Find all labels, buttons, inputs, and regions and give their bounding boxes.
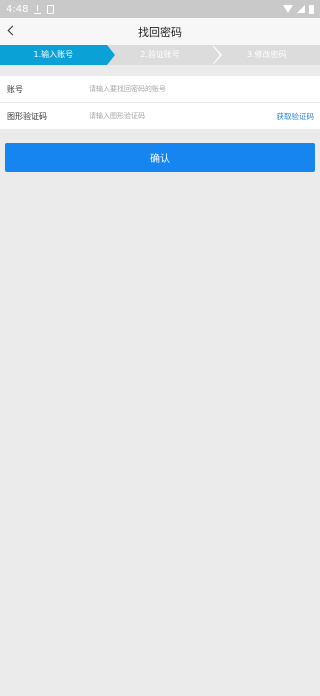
sim-icon (47, 4, 55, 14)
status-bar: 4:48 (0, 0, 320, 18)
find-password-screen: 4:48 找回密码 1.输入账号 2.验证账号 3.修改密码 账号 请输入要找回… (0, 0, 320, 696)
wifi-icon (283, 5, 293, 13)
signal-icon (297, 5, 305, 13)
status-right (283, 4, 314, 14)
account-input[interactable] (89, 85, 314, 93)
account-row: 账号 (0, 76, 320, 102)
step-label: 2.验证账号 (140, 50, 180, 59)
get-captcha-link[interactable]: 获取验证码 (277, 111, 315, 122)
account-label: 账号 (7, 84, 23, 94)
battery-icon (309, 4, 314, 14)
step-label: 3.修改密码 (246, 50, 287, 59)
status-time: 4:48 (6, 3, 29, 15)
step-change-password: 3.修改密码 (213, 45, 320, 65)
page-title: 找回密码 (138, 25, 182, 39)
captcha-row: 图形验证码 获取验证码 (0, 102, 320, 129)
step-indicator: 1.输入账号 2.验证账号 3.修改密码 (0, 45, 320, 65)
captcha-label: 图形验证码 (7, 111, 47, 121)
title-bar: 找回密码 (0, 18, 320, 45)
back-arrow-icon[interactable] (7, 25, 18, 36)
confirm-button[interactable]: 确认 (5, 143, 315, 172)
account-form: 账号 图形验证码 获取验证码 (0, 76, 320, 129)
step-separator-fill (212, 45, 221, 65)
step-enter-account: 1.输入账号 (0, 45, 115, 65)
status-left: 4:48 (6, 3, 55, 15)
step-label: 1.输入账号 (33, 50, 74, 59)
step-verify-account: 2.验证账号 (106, 45, 223, 65)
download-icon (34, 4, 42, 14)
captcha-input[interactable] (89, 112, 277, 120)
